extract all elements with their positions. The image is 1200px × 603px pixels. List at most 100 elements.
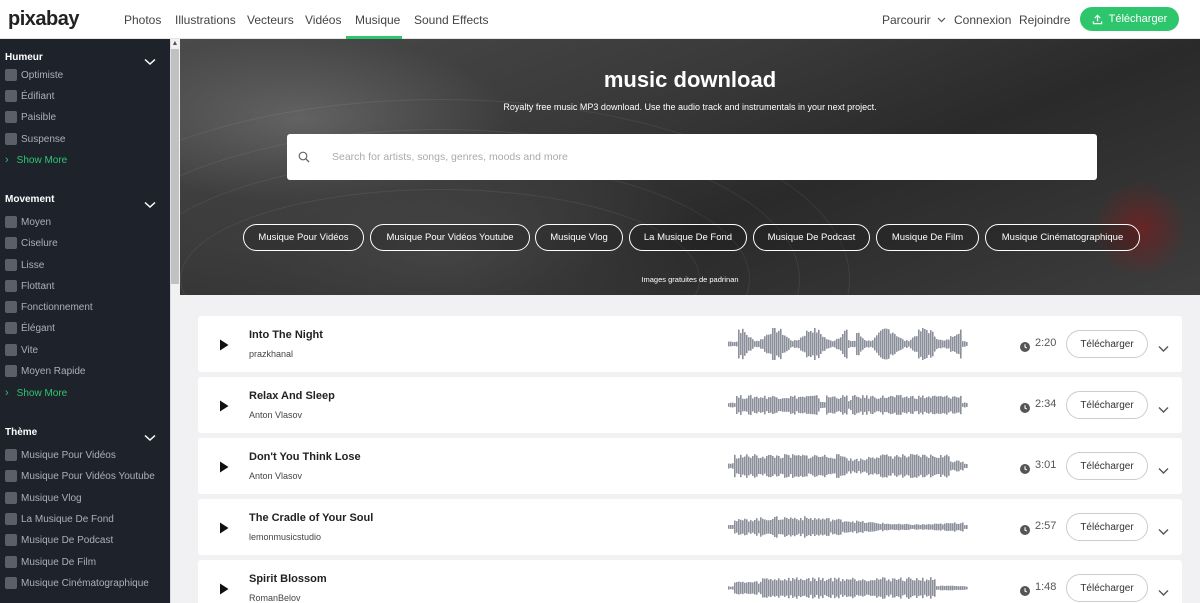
- tag-musique-pour-videos-youtube[interactable]: Musique Pour Vidéos Youtube: [370, 224, 530, 251]
- checkbox[interactable]: [5, 111, 17, 123]
- waveform[interactable]: [728, 327, 968, 361]
- expand-button[interactable]: [1158, 523, 1169, 535]
- filter-vite[interactable]: Vite: [5, 343, 38, 357]
- login-link[interactable]: Connexion: [954, 13, 1011, 27]
- track-title[interactable]: Into The Night: [249, 329, 323, 341]
- filter-flottant[interactable]: Flottant: [5, 279, 54, 293]
- waveform[interactable]: [728, 449, 968, 483]
- scroll-up-arrow-icon[interactable]: ▲: [171, 39, 179, 49]
- track-title[interactable]: Don't You Think Lose: [249, 451, 361, 463]
- filter-paisible[interactable]: Paisible: [5, 110, 56, 124]
- checkbox[interactable]: [5, 216, 17, 228]
- play-button[interactable]: [219, 338, 229, 351]
- browse-menu[interactable]: Parcourir: [882, 13, 946, 27]
- nav-videos[interactable]: Vidéos: [305, 13, 341, 27]
- waveform[interactable]: [728, 510, 968, 544]
- download-button[interactable]: Télécharger: [1066, 452, 1148, 480]
- track-title[interactable]: Spirit Blossom: [249, 573, 327, 585]
- expand-button[interactable]: [1158, 584, 1169, 596]
- filter-theme-film[interactable]: Musique De Film: [5, 555, 96, 569]
- collapse-movement-button[interactable]: [144, 196, 156, 209]
- filter-suspense[interactable]: Suspense: [5, 132, 65, 146]
- filter-theme-videos[interactable]: Musique Pour Vidéos: [5, 448, 116, 462]
- nav-photos[interactable]: Photos: [124, 13, 161, 27]
- search-input[interactable]: [332, 148, 1032, 166]
- expand-button[interactable]: [1158, 462, 1169, 474]
- filter-elegant[interactable]: Élégant: [5, 321, 55, 335]
- pixabay-logo[interactable]: pixabay: [8, 8, 79, 31]
- track-row[interactable]: Don't You Think Lose Anton Vlasov 3:01 T…: [198, 438, 1182, 494]
- filter-theme-cinema[interactable]: Musique Cinématographique: [5, 576, 149, 590]
- play-button[interactable]: [219, 460, 229, 473]
- checkbox[interactable]: [5, 534, 17, 546]
- show-more-movement[interactable]: › Show More: [5, 386, 67, 400]
- checkbox[interactable]: [5, 513, 17, 525]
- filter-optimiste[interactable]: Optimiste: [5, 68, 63, 82]
- filter-fonctionnement[interactable]: Fonctionnement: [5, 300, 93, 314]
- collapse-mood-button[interactable]: [144, 53, 156, 66]
- collapse-theme-button[interactable]: [144, 429, 156, 442]
- checkbox[interactable]: [5, 470, 17, 482]
- join-link[interactable]: Rejoindre: [1019, 13, 1070, 27]
- expand-button[interactable]: [1158, 340, 1169, 352]
- filter-moyen-rapide[interactable]: Moyen Rapide: [5, 364, 85, 378]
- filter-moyen[interactable]: Moyen: [5, 215, 51, 229]
- tag-musique-pour-videos[interactable]: Musique Pour Vidéos: [243, 224, 364, 251]
- track-artist[interactable]: lemonmusicstudio: [249, 532, 321, 542]
- download-button[interactable]: Télécharger: [1066, 330, 1148, 358]
- checkbox[interactable]: [5, 133, 17, 145]
- checkbox[interactable]: [5, 365, 17, 377]
- checkbox[interactable]: [5, 449, 17, 461]
- sidebar-scrollbar-thumb[interactable]: [171, 49, 179, 284]
- tag-musique-de-film[interactable]: Musique De Film: [876, 224, 979, 251]
- search-bar[interactable]: [287, 134, 1097, 180]
- checkbox[interactable]: [5, 556, 17, 568]
- track-artist[interactable]: Anton Vlasov: [249, 410, 302, 420]
- play-button[interactable]: [219, 582, 229, 595]
- nav-music[interactable]: Musique: [355, 13, 400, 27]
- filter-theme-vlog[interactable]: Musique Vlog: [5, 491, 82, 505]
- track-row[interactable]: Relax And Sleep Anton Vlasov 2:34 Téléch…: [198, 377, 1182, 433]
- filter-theme-fond[interactable]: La Musique De Fond: [5, 512, 114, 526]
- download-button[interactable]: Télécharger: [1066, 574, 1148, 602]
- checkbox[interactable]: [5, 90, 17, 102]
- track-artist[interactable]: prazkhanal: [249, 349, 293, 359]
- checkbox[interactable]: [5, 69, 17, 81]
- track-title[interactable]: Relax And Sleep: [249, 390, 335, 402]
- nav-sound-effects[interactable]: Sound Effects: [414, 13, 489, 27]
- track-row[interactable]: Spirit Blossom RomanBelov 1:48 Télécharg…: [198, 560, 1182, 603]
- image-credit[interactable]: Images gratuites de padrinan: [180, 275, 1200, 284]
- tag-musique-vlog[interactable]: Musique Vlog: [535, 224, 623, 251]
- filter-edifiant[interactable]: Édifiant: [5, 89, 54, 103]
- download-button[interactable]: Télécharger: [1066, 391, 1148, 419]
- track-artist[interactable]: Anton Vlasov: [249, 471, 302, 481]
- filter-theme-youtube[interactable]: Musique Pour Vidéos Youtube: [5, 469, 155, 483]
- checkbox[interactable]: [5, 322, 17, 334]
- track-row[interactable]: Into The Night prazkhanal 2:20 Télécharg…: [198, 316, 1182, 372]
- checkbox[interactable]: [5, 492, 17, 504]
- checkbox[interactable]: [5, 577, 17, 589]
- waveform[interactable]: [728, 571, 968, 603]
- waveform[interactable]: [728, 388, 968, 422]
- checkbox[interactable]: [5, 301, 17, 313]
- filter-lisse[interactable]: Lisse: [5, 258, 44, 272]
- track-artist[interactable]: RomanBelov: [249, 593, 301, 603]
- checkbox[interactable]: [5, 259, 17, 271]
- filter-ciselure[interactable]: Ciselure: [5, 236, 58, 250]
- checkbox[interactable]: [5, 237, 17, 249]
- show-more-mood[interactable]: › Show More: [5, 153, 67, 167]
- tag-musique-de-fond[interactable]: La Musique De Fond: [629, 224, 747, 251]
- play-button[interactable]: [219, 399, 229, 412]
- tag-musique-de-podcast[interactable]: Musique De Podcast: [753, 224, 870, 251]
- checkbox[interactable]: [5, 344, 17, 356]
- download-button[interactable]: Télécharger: [1066, 513, 1148, 541]
- track-title[interactable]: The Cradle of Your Soul: [249, 512, 373, 524]
- track-row[interactable]: The Cradle of Your Soul lemonmusicstudio…: [198, 499, 1182, 555]
- nav-illustrations[interactable]: Illustrations: [175, 13, 236, 27]
- play-button[interactable]: [219, 521, 229, 534]
- nav-vectors[interactable]: Vecteurs: [247, 13, 294, 27]
- tag-musique-cinematographique[interactable]: Musique Cinématographique: [985, 224, 1140, 251]
- upload-button[interactable]: Télécharger: [1080, 7, 1179, 31]
- checkbox[interactable]: [5, 280, 17, 292]
- expand-button[interactable]: [1158, 401, 1169, 413]
